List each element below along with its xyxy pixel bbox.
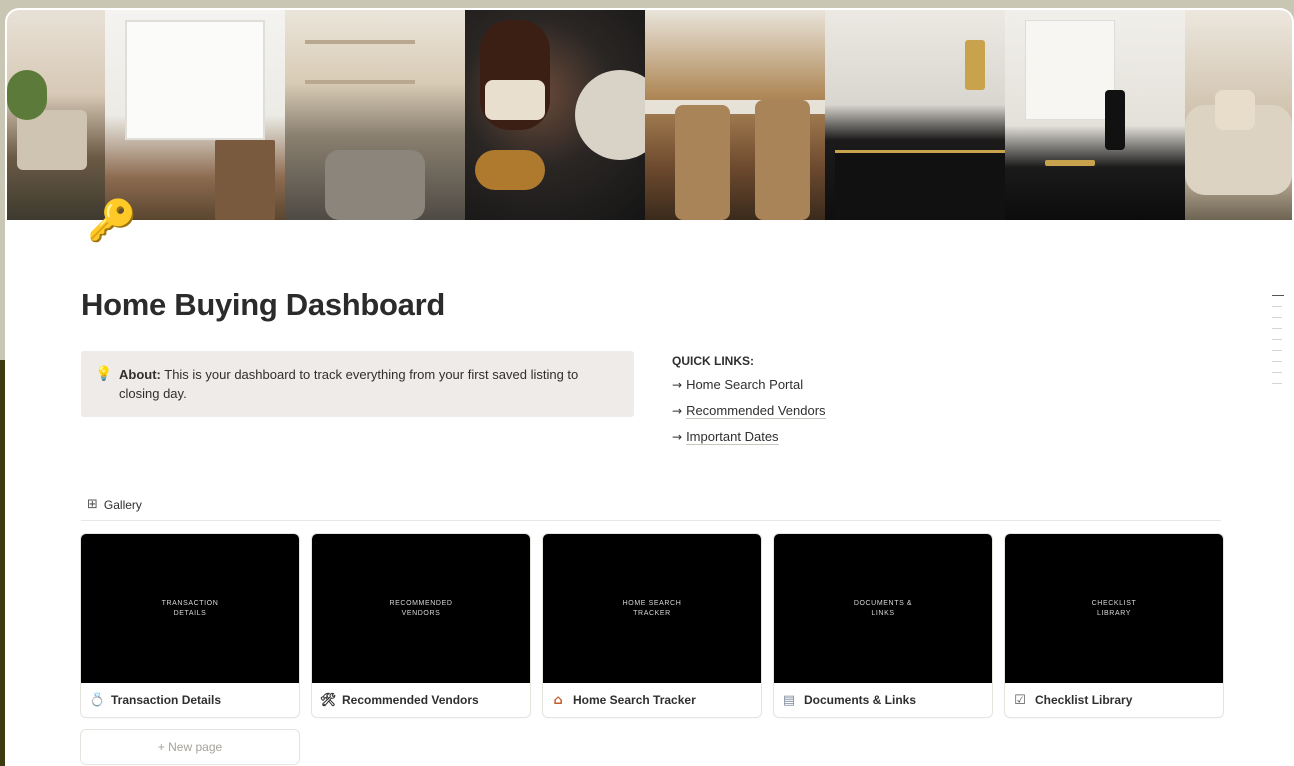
cover-tile-shelves-armchair <box>285 10 465 220</box>
card-title: Home Search Tracker <box>573 693 696 707</box>
card-title: Transaction Details <box>111 693 222 707</box>
card-title-row[interactable]: ▤ Documents & Links <box>774 683 992 717</box>
toc-marker[interactable] <box>1272 339 1282 340</box>
quick-link-label[interactable]: Important Dates <box>686 429 779 445</box>
cover-tile-sofa <box>1185 10 1292 220</box>
gallery-card-documents-links[interactable]: DOCUMENTS & LINKS ▤ Documents & Links <box>774 534 992 717</box>
folder-icon: ▤ <box>782 692 796 708</box>
toc-marker[interactable] <box>1272 295 1284 296</box>
quick-link-recommended-vendors[interactable]: → Recommended Vendors <box>672 402 826 428</box>
tools-icon: 🛠 <box>320 692 337 708</box>
quick-link-home-search-portal[interactable]: → Home Search Portal <box>672 376 826 402</box>
lightbulb-icon: 💡 <box>95 366 113 382</box>
cover-tile-kitchen-stools <box>645 10 825 220</box>
card-cover: DOCUMENTS & LINKS <box>774 534 992 683</box>
gallery-card-home-search-tracker[interactable]: HOME SEARCH TRACKER ⌂ Home Search Tracke… <box>543 534 761 717</box>
quick-links-block: QUICK LINKS: → Home Search Portal → Recomm… <box>672 354 826 454</box>
card-cover: RECOMMENDED VENDORS <box>312 534 530 683</box>
arrow-right-icon: → <box>672 378 683 392</box>
toc-marker[interactable] <box>1272 383 1282 384</box>
toc-marker[interactable] <box>1272 372 1282 373</box>
card-title-row[interactable]: 💍 Transaction Details <box>81 683 299 717</box>
card-title-row[interactable]: 🛠 Recommended Vendors <box>312 683 530 717</box>
card-cover: CHECKLIST LIBRARY <box>1005 534 1223 683</box>
card-title-row[interactable]: ☑ Checklist Library <box>1005 683 1223 717</box>
cover-tile-living-room <box>7 10 105 220</box>
arrow-right-icon: → <box>672 430 683 444</box>
gallery-view-tab[interactable]: ⊞ Gallery <box>87 497 142 512</box>
callout-bold-label: About: <box>119 367 161 382</box>
toc-marker[interactable] <box>1272 328 1282 329</box>
page-title[interactable]: Home Buying Dashboard <box>81 287 445 323</box>
about-callout[interactable]: 💡 About: This is your dashboard to track… <box>81 351 634 417</box>
ring-icon: 💍 <box>89 692 106 708</box>
callout-text: This is your dashboard to track everythi… <box>119 367 579 401</box>
quick-link-label[interactable]: Home Search Portal <box>686 377 803 392</box>
notion-page-window: 🔑 Home Buying Dashboard 💡 About: This is… <box>7 10 1292 766</box>
quick-link-label[interactable]: Recommended Vendors <box>686 403 826 419</box>
gallery-card-checklist-library[interactable]: CHECKLIST LIBRARY ☑ Checklist Library <box>1005 534 1223 717</box>
house-icon: ⌂ <box>553 692 563 708</box>
gallery-tab-label: Gallery <box>103 497 142 512</box>
card-cover: TRANSACTION DETAILS <box>81 534 299 683</box>
card-title: Checklist Library <box>1035 693 1133 707</box>
gallery-grid-icon: ⊞ <box>87 497 98 512</box>
toc-marker[interactable] <box>1272 317 1282 318</box>
cover-tile-jar-knot <box>465 10 645 220</box>
gallery-card-transaction-details[interactable]: TRANSACTION DETAILS 💍 Transaction Detail… <box>81 534 299 717</box>
cover-tile-bathroom-vanity <box>1005 10 1185 220</box>
toc-marker[interactable] <box>1272 306 1282 307</box>
toc-marker[interactable] <box>1272 350 1282 351</box>
gallery-divider <box>81 520 1221 521</box>
key-icon[interactable]: 🔑 <box>87 195 139 247</box>
card-cover: HOME SEARCH TRACKER <box>543 534 761 683</box>
card-title: Documents & Links <box>804 693 917 707</box>
checkbox-icon: ☑ <box>1014 692 1026 708</box>
new-page-button[interactable]: + New page <box>81 730 299 764</box>
quick-links-title: QUICK LINKS: <box>672 354 754 368</box>
gallery-card-recommended-vendors[interactable]: RECOMMENDED VENDORS 🛠 Recommended Vendor… <box>312 534 530 717</box>
cover-tile-range-stove <box>825 10 1005 220</box>
arrow-right-icon: → <box>672 404 683 418</box>
toc-marker[interactable] <box>1272 361 1282 362</box>
card-title: Recommended Vendors <box>342 693 479 707</box>
card-title-row[interactable]: ⌂ Home Search Tracker <box>543 683 761 717</box>
table-of-contents-minimap[interactable] <box>1272 295 1284 394</box>
gallery-cards: TRANSACTION DETAILS 💍 Transaction Detail… <box>81 534 1223 717</box>
quick-link-important-dates[interactable]: → Important Dates <box>672 428 826 454</box>
cover-tile-window-dining <box>105 10 285 220</box>
cover-image-collage <box>7 10 1292 220</box>
